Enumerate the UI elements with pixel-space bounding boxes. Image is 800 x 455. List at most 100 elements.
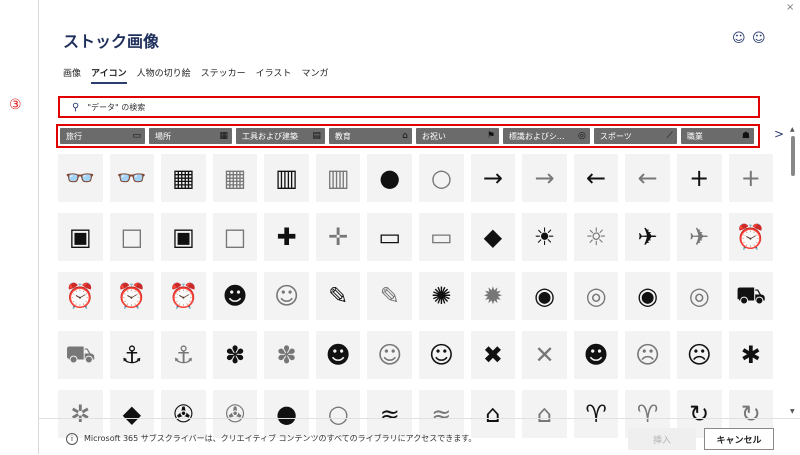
address-book-icon[interactable]: ▣ (58, 213, 103, 261)
address-book-outline-icon[interactable]: □ (109, 213, 155, 261)
acorn-icon[interactable]: ● (367, 154, 413, 202)
search-icon: ⚲ (72, 101, 80, 113)
angry-mark-outline-icon[interactable]: ✕ (522, 331, 567, 379)
alarm-clock-icon[interactable]: ⏰ (728, 213, 774, 261)
arrow-right-outline-icon[interactable]: → (522, 154, 567, 202)
alarm-ringing-outline-icon[interactable]: ⏰ (161, 272, 206, 320)
school-icon: ⌂ (402, 131, 408, 141)
alarm-ringing-icon[interactable]: ⏰ (109, 272, 155, 320)
category-map[interactable]: 場所 ▦ (148, 128, 232, 144)
category-bus[interactable]: 旅行 ▭ (60, 128, 145, 144)
icon-grid-row: ⏰ ⏰ ⏰ ☻ ☺ ✎ ✎ ✺ ✹ ◉ ◎ ◉ ◎ ⛟ (58, 272, 780, 320)
smile-face-icon[interactable]: ☺ (419, 331, 464, 379)
arrow-left-icon[interactable]: ← (573, 154, 619, 202)
icon-grid-row: 👓 👓 ▦ ▦ ▥ ▥ ● ○ → → ← ← + + (58, 154, 780, 202)
arrow-right-icon[interactable]: → (470, 154, 516, 202)
category-label: お祝い (421, 131, 446, 141)
address-book-alt-icon[interactable]: ▣ (161, 213, 206, 261)
arrow-left-outline-icon[interactable]: ← (625, 154, 670, 202)
needle-icon[interactable]: ✎ (315, 272, 361, 320)
dialog-footer: i Microsoft 365 サブスクライバーは、クリエイティブ コンテンツのす… (38, 418, 800, 455)
ant-icon[interactable]: ✱ (728, 331, 774, 379)
button-outline-icon[interactable]: ◎ (676, 272, 722, 320)
tab-icons[interactable]: アイコン (91, 66, 127, 84)
ambulance-outline-icon[interactable]: ⛟ (58, 331, 103, 379)
building-icon: ▤ (312, 131, 321, 141)
scroll-down-icon[interactable]: ▼ (790, 408, 795, 415)
search-input[interactable]: "データ" の検索 (87, 102, 145, 113)
category-bar: 旅行 ▭ 場所 ▦ 工具および建築 ▤ 教育 ⌂ お祝い ⚑ 標識およびシ... ◎ スポーツ ⟋ 職業 ☗ (56, 124, 760, 148)
category-building[interactable]: 工具および建築 ▤ (235, 128, 325, 144)
category-racket[interactable]: スポーツ ⟋ (593, 128, 677, 144)
tab-illustrations[interactable]: イラスト (256, 66, 292, 79)
acorn-outline-icon[interactable]: ○ (419, 154, 464, 202)
ambulance-icon[interactable]: ⛟ (728, 272, 774, 320)
address-book-alt-outline-icon[interactable]: □ (212, 213, 258, 261)
category-sign[interactable]: 標識およびシ... ◎ (502, 128, 590, 144)
smile-feedback-icon[interactable]: ☺ (732, 31, 746, 46)
cancel-button[interactable]: キャンセル (704, 428, 774, 450)
category-worker[interactable]: 職業 ☗ (680, 128, 754, 144)
abacus-outline-icon[interactable]: ▦ (212, 154, 258, 202)
frown-feedback-icon[interactable]: ☺ (752, 31, 766, 46)
scrollbar[interactable]: ▲ ▼ (790, 126, 796, 416)
scrollbar-thumb[interactable] (791, 136, 795, 176)
agriculture-icon[interactable]: ☀ (522, 213, 567, 261)
anchor-icon[interactable]: ⚓ (109, 331, 155, 379)
scroll-up-icon[interactable]: ▲ (790, 126, 795, 133)
tab-bar: 画像 アイコン 人物の切り絵 ステッカー イラスト マンガ (63, 66, 338, 84)
angry-face-icon[interactable]: ☻ (573, 331, 619, 379)
billboard-outline-icon[interactable]: ▭ (419, 213, 464, 261)
airplane-outline-icon[interactable]: ✈ (676, 213, 722, 261)
plus-icon[interactable]: + (676, 154, 722, 202)
abacus-icon[interactable]: ▦ (161, 154, 206, 202)
chevron-right-icon[interactable]: > (774, 127, 784, 141)
bandage-outline-icon[interactable]: ✛ (315, 213, 361, 261)
category-label: 職業 (686, 131, 703, 141)
tab-cutout-people[interactable]: 人物の切り絵 (137, 66, 191, 79)
angry-face-outline-icon[interactable]: ☹ (625, 331, 670, 379)
close-icon[interactable]: × (786, 2, 794, 13)
africa-icon[interactable]: ◆ (470, 213, 516, 261)
anchor-outline-icon[interactable]: ⚓ (161, 331, 206, 379)
angel-face-outline-icon[interactable]: ☺ (367, 331, 413, 379)
abacus-alt-icon[interactable]: ▥ (264, 154, 309, 202)
tape-measure-icon[interactable]: ◉ (522, 272, 567, 320)
coral-outline-icon[interactable]: ✽ (264, 331, 309, 379)
search-box[interactable]: ⚲ "データ" の検索 (58, 96, 760, 118)
icon-grid-row: ⛟ ⚓ ⚓ ✽ ✽ ☻ ☺ ☺ ✖ ✕ ☻ ☹ ☹ ✱ (58, 331, 780, 379)
tab-stickers[interactable]: ステッカー (201, 66, 246, 79)
yarn-icon[interactable]: ✺ (419, 272, 464, 320)
button-icon[interactable]: ◉ (625, 272, 670, 320)
category-label: 場所 (154, 131, 171, 141)
plus-outline-icon[interactable]: + (728, 154, 774, 202)
angel-face-icon[interactable]: ☻ (315, 331, 361, 379)
3d-glasses-outline-icon[interactable]: 👓 (109, 154, 155, 202)
abacus-alt-outline-icon[interactable]: ▥ (315, 154, 361, 202)
airplane-icon[interactable]: ✈ (625, 213, 670, 261)
angry-mark-icon[interactable]: ✖ (470, 331, 516, 379)
annotation-marker: ③ (9, 97, 22, 113)
tab-images[interactable]: 画像 (63, 66, 81, 79)
category-label: 標識およびシ... (508, 131, 565, 141)
yarn-outline-icon[interactable]: ✹ (470, 272, 516, 320)
alarm-clock-outline-icon[interactable]: ⏰ (58, 272, 103, 320)
category-flag[interactable]: お祝い ⚑ (415, 128, 499, 144)
coral-icon[interactable]: ✽ (212, 331, 258, 379)
tab-cartoons[interactable]: マンガ (301, 66, 328, 79)
insert-button[interactable]: 挿入 (628, 428, 696, 450)
alien-outline-icon[interactable]: ☺ (264, 272, 309, 320)
alien-icon[interactable]: ☻ (212, 272, 258, 320)
billboard-icon[interactable]: ▭ (367, 213, 413, 261)
icon-grid-row: ▣ □ ▣ □ ✚ ✛ ▭ ▭ ◆ ☀ ☼ ✈ ✈ ⏰ (58, 213, 780, 261)
agriculture-outline-icon[interactable]: ☼ (573, 213, 619, 261)
dialog-title: ストック画像 (63, 32, 160, 51)
category-school[interactable]: 教育 ⌂ (328, 128, 412, 144)
3d-glasses-icon[interactable]: 👓 (58, 154, 103, 202)
subscriber-notice: i Microsoft 365 サブスクライバーは、クリエイティブ コンテンツのす… (66, 433, 476, 445)
tape-measure-outline-icon[interactable]: ◎ (573, 272, 619, 320)
angry-face-alt-icon[interactable]: ☹ (676, 331, 722, 379)
needle-outline-icon[interactable]: ✎ (367, 272, 413, 320)
category-label: スポーツ (599, 131, 632, 141)
bandage-icon[interactable]: ✚ (264, 213, 309, 261)
